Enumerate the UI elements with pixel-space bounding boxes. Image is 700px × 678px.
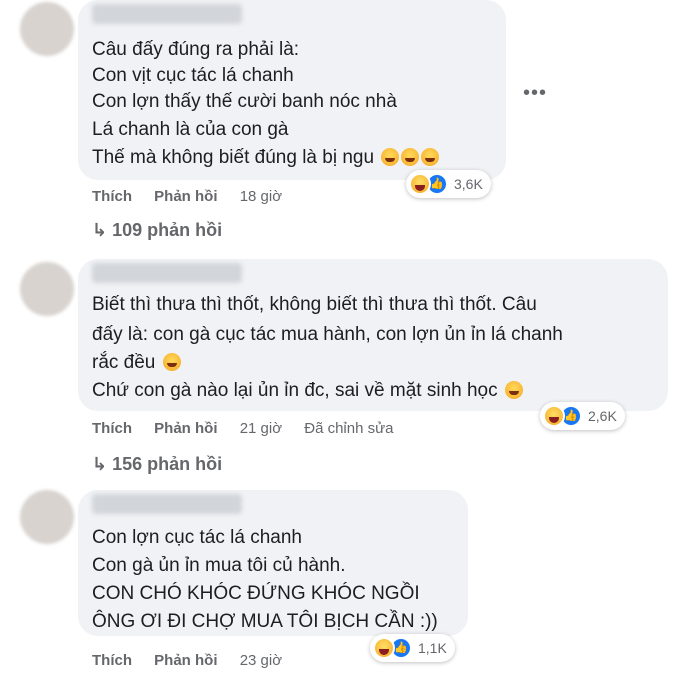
view-replies-text: 109 phản hồi xyxy=(112,220,223,240)
like-link[interactable]: Thích xyxy=(92,652,132,669)
comment-text-line: Con lợn thấy thế cười banh nóc nhà xyxy=(92,91,397,112)
haha-reaction-icon xyxy=(373,637,395,659)
comment-text-line: Biết thì thưa thì thốt, không biết thì t… xyxy=(92,294,537,315)
commenter-avatar[interactable] xyxy=(20,2,74,56)
comment-text-line-with-emoji: rắc đều xyxy=(92,351,181,375)
comment-text-line: Câu đấy đúng ra phải là: xyxy=(92,39,300,60)
reaction-count: 1,1K xyxy=(418,640,447,656)
comment-bubble: Con lợn cục tác lá chanh Con gà ủn ỉn mu… xyxy=(78,490,468,636)
comment-bubble: Câu đấy đúng ra phải là: Con vịt cục tác… xyxy=(78,0,506,180)
reaction-count: 3,6K xyxy=(454,176,483,192)
comment-actions: Thích Phản hồi 23 giờ xyxy=(92,652,300,669)
laughing-emoji-icon xyxy=(401,148,420,166)
comment-time[interactable]: 18 giờ xyxy=(240,188,282,205)
comment-text: rắc đều xyxy=(92,352,156,373)
view-replies-text: 156 phản hồi xyxy=(112,454,223,474)
comment-text-line-with-emoji: Chứ con gà nào lại ủn ỉn đc, sai về mặt … xyxy=(92,379,523,403)
commenter-avatar[interactable] xyxy=(20,490,74,544)
laughing-emoji-icon xyxy=(421,148,440,166)
comment-text-line: CON CHÓ KHÓC ĐỨNG KHÓC NGỒI xyxy=(92,583,420,604)
comment-text: Thế mà không biết đúng là bị ngu xyxy=(92,147,375,168)
haha-reaction-icon xyxy=(543,405,565,427)
comment-actions: Thích Phản hồi 21 giờ Đã chỉnh sửa xyxy=(92,420,412,437)
edited-label[interactable]: Đã chỉnh sửa xyxy=(304,420,393,437)
reply-arrow-icon: ↳ xyxy=(92,454,108,474)
comment-bubble: Biết thì thưa thì thốt, không biết thì t… xyxy=(78,259,668,411)
commenter-avatar[interactable] xyxy=(20,262,74,316)
comment-text-line: Con gà ủn ỉn mua tôi củ hành. xyxy=(92,555,346,576)
view-replies-link[interactable]: ↳ 156 phản hồi xyxy=(92,454,222,475)
reply-link[interactable]: Phản hồi xyxy=(154,188,217,205)
like-link[interactable]: Thích xyxy=(92,188,132,205)
laughing-emoji-icon xyxy=(381,148,400,166)
reaction-summary[interactable]: 👍 1,1K xyxy=(370,634,455,662)
comment-text-line: ÔNG ƠI ĐI CHỢ MUA TÔI BỊCH CẦN :)) xyxy=(92,611,438,632)
reaction-count: 2,6K xyxy=(588,408,617,424)
commenter-name-redacted[interactable] xyxy=(92,4,242,24)
comment-text-line: Lá chanh là của con gà xyxy=(92,119,289,140)
comment-text-line: Con lợn cục tác lá chanh xyxy=(92,527,302,548)
comment-text-line: đấy là: con gà cục tác mua hành, con lợn… xyxy=(92,324,563,345)
comment-actions: Thích Phản hồi 18 giờ xyxy=(92,188,300,205)
reaction-summary[interactable]: 👍 3,6K xyxy=(406,170,491,198)
comment-text-line: Con vịt cục tác lá chanh xyxy=(92,65,294,86)
comment-text: Chứ con gà nào lại ủn ỉn đc, sai về mặt … xyxy=(92,380,498,401)
commenter-name-redacted[interactable] xyxy=(92,263,242,283)
sweat-smile-emoji-icon xyxy=(162,353,181,371)
reply-link[interactable]: Phản hồi xyxy=(154,420,217,437)
comment-time[interactable]: 21 giờ xyxy=(240,420,282,437)
view-replies-link[interactable]: ↳ 109 phản hồi xyxy=(92,220,222,241)
commenter-name-redacted[interactable] xyxy=(92,494,242,514)
comment-time[interactable]: 23 giờ xyxy=(240,652,282,669)
haha-reaction-icon xyxy=(409,173,431,195)
smile-emoji-icon xyxy=(504,381,523,399)
reply-link[interactable]: Phản hồi xyxy=(154,652,217,669)
reply-arrow-icon: ↳ xyxy=(92,220,108,240)
like-link[interactable]: Thích xyxy=(92,420,132,437)
comment-text-line-with-emoji: Thế mà không biết đúng là bị ngu xyxy=(92,146,440,170)
more-options-icon[interactable]: ••• xyxy=(523,82,547,105)
reaction-summary[interactable]: 👍 2,6K xyxy=(540,402,625,430)
